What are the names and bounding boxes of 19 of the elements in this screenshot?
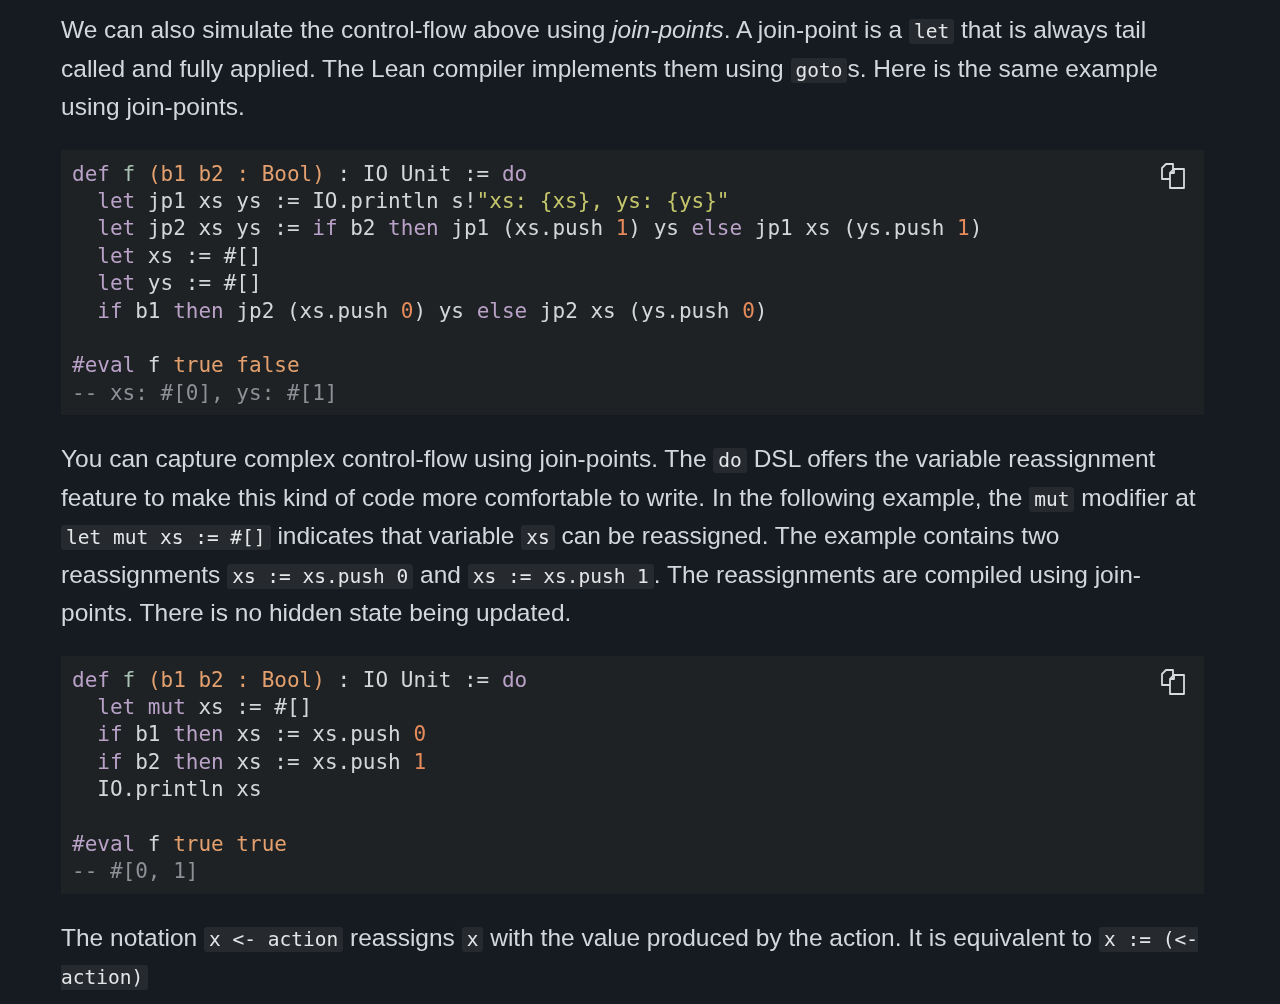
code-line: def f (b1 b2 : Bool) : IO Unit := do: [72, 666, 528, 694]
code-line: let jp2 xs ys := if b2 then jp1 (xs.push 1) ys else jp1 xs (ys.push 1): [96, 215, 983, 243]
code-line: let mut xs := #[]: [96, 694, 313, 722]
code-line: let ys := #[]: [96, 270, 262, 298]
paragraph: We can also simulate the control-flow above using join-points. A join-point is a let that is always tail called and fully applied. The Lean compiler implements them using goto s. Here is the same example using join-points.: [61, 15, 1159, 122]
code-line: def f (b1 b2 : Bool) : IO Unit := do: [72, 160, 528, 188]
copy-icon[interactable]: [1159, 161, 1187, 190]
code-line: #eval f true true: [72, 831, 287, 859]
code-line: if b2 then xs := xs.push 1: [96, 748, 427, 776]
copy-icon[interactable]: [1159, 667, 1187, 696]
code-line: -- xs: #[0], ys: #[1]: [72, 379, 338, 407]
code-line: if b1 then xs := xs.push 0: [96, 721, 427, 749]
paragraph: You can capture complex control-flow using join-points. The do DSL offers the variable reassignment feature to make this kind of code more comfortable to write. In the following example, the mut modifier at let mut xs := #[] indicates that variable xs can be reassigned. The example contains two reassignments xs := xs.push 0 and xs := xs.push 1 . The reassignments are compiled using join-points. There is no hidden state being updated.: [61, 444, 1197, 629]
code-line: IO.println xs: [96, 776, 262, 804]
code-line: let xs := #[]: [96, 242, 262, 270]
code-line: if b1 then jp2 (xs.push 0) ys else jp2 xs (ys.push 0): [96, 297, 768, 325]
code-line: #eval f true false: [72, 352, 300, 380]
code-line: -- #[0, 1]: [72, 858, 199, 886]
code-line: let jp1 xs ys := IO.println s!"xs: {xs}, ys: {ys}": [96, 187, 730, 215]
